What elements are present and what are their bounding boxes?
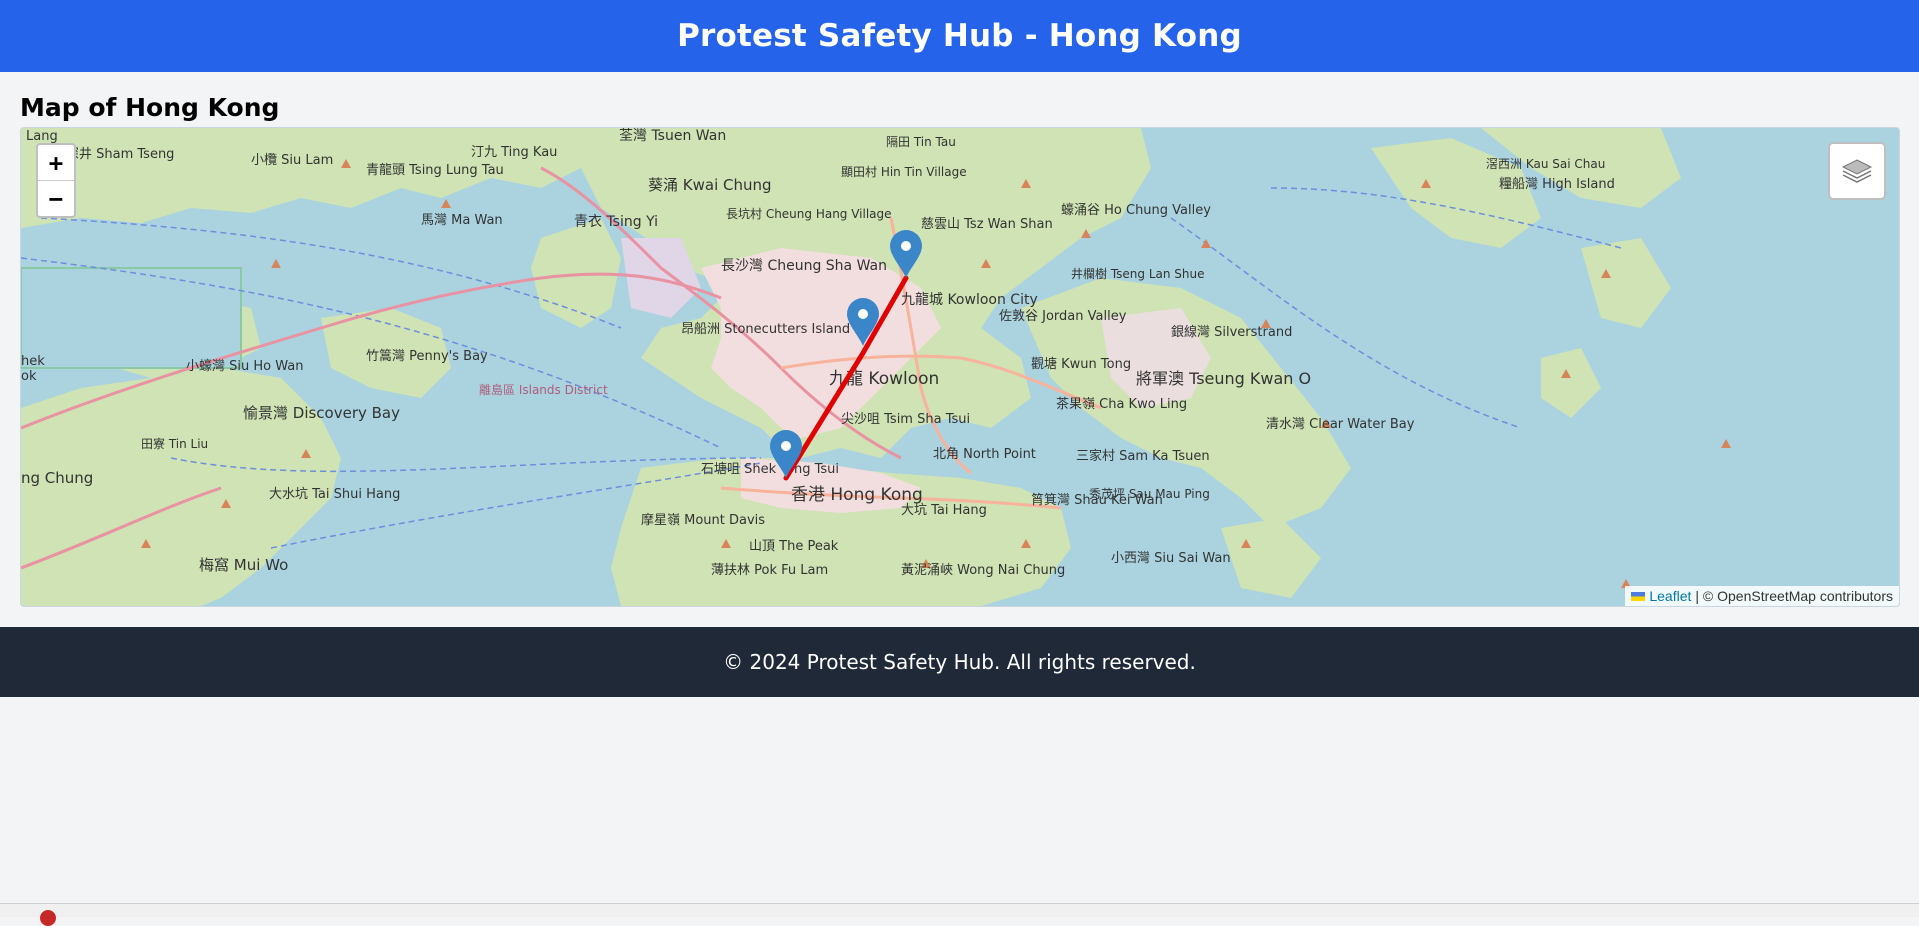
site-header: Protest Safety Hub - Hong Kong bbox=[0, 0, 1919, 72]
label-ting-kau: 汀九 Ting Kau bbox=[471, 145, 557, 160]
label-tsing-yi: 青衣 Tsing Yi bbox=[574, 214, 658, 230]
map-section-title: Map of Hong Kong bbox=[20, 93, 280, 122]
zoom-control: + − bbox=[36, 143, 76, 218]
site-footer: © 2024 Protest Safety Hub. All rights re… bbox=[0, 627, 1919, 697]
label-jordan-valley: 佐敦谷 Jordan Valley bbox=[999, 308, 1127, 324]
label-islands-district: 離島區 Islands District bbox=[479, 382, 608, 397]
ukraine-flag-icon bbox=[1631, 591, 1646, 601]
taskbar bbox=[0, 903, 1919, 926]
label-tai-hang: 大坑 Tai Hang bbox=[901, 503, 987, 518]
label-west-edge-2: hek bbox=[21, 354, 45, 369]
label-kowloon-city: 九龍城 Kowloon City bbox=[901, 291, 1038, 308]
label-shek-tong-tsui: 石塘咀 Shek Tong Tsui bbox=[701, 461, 839, 477]
label-sham-tseng: 深井 Sham Tseng bbox=[66, 147, 174, 162]
label-cheung-sha-wan: 長沙灣 Cheung Sha Wan bbox=[721, 258, 887, 274]
label-kau-sai-chau: 滘西洲 Kau Sai Chau bbox=[1486, 157, 1605, 171]
label-cha-kwo-ling: 茶果嶺 Cha Kwo Ling bbox=[1056, 396, 1187, 412]
label-wong-nai-chung: 黃泥涌峽 Wong Nai Chung bbox=[901, 563, 1065, 578]
label-tsim-sha-tsui: 尖沙咀 Tsim Sha Tsui bbox=[841, 412, 970, 427]
osm-attribution-text: | © OpenStreetMap contributors bbox=[1695, 588, 1893, 604]
zoom-in-button[interactable]: + bbox=[38, 145, 74, 180]
label-hin-tin-village: 顯田村 Hin Tin Village bbox=[841, 165, 967, 179]
label-sam-ka-tsuen: 三家村 Sam Ka Tsuen bbox=[1076, 448, 1210, 464]
app-icon[interactable] bbox=[40, 910, 56, 926]
label-high-island: 糧船灣 High Island bbox=[1499, 177, 1615, 192]
label-pok-fu-lam: 薄扶林 Pok Fu Lam bbox=[711, 563, 828, 578]
label-silverstrand: 銀線灣 Silverstrand bbox=[1171, 324, 1292, 340]
label-the-peak: 山頂 The Peak bbox=[749, 539, 839, 554]
site-title: Protest Safety Hub - Hong Kong bbox=[677, 18, 1242, 54]
label-stonecutters: 昂船洲 Stonecutters Island bbox=[681, 322, 850, 337]
label-kwai-chung: 葵涌 Kwai Chung bbox=[648, 176, 772, 194]
label-siu-ho-wan: 小蠔灣 Siu Ho Wan bbox=[186, 358, 303, 374]
label-north-point: 北角 North Point bbox=[933, 447, 1036, 462]
label-west-edge-3: ok bbox=[21, 369, 37, 384]
map-tiles[interactable]: 荃灣 Tsuen Wan 葵涌 Kwai Chung 青衣 Tsing Yi 汀… bbox=[21, 128, 1899, 606]
label-discovery-bay: 愉景灣 Discovery Bay bbox=[243, 404, 400, 422]
footer-copyright: © 2024 Protest Safety Hub. All rights re… bbox=[723, 650, 1196, 674]
label-siu-sai-wan: 小西灣 Siu Sai Wan bbox=[1111, 551, 1231, 566]
label-hong-kong: 香港 Hong Kong bbox=[791, 485, 923, 505]
label-west-edge-1: Lang bbox=[26, 129, 58, 144]
layers-control-button[interactable] bbox=[1828, 142, 1886, 200]
zoom-out-button[interactable]: − bbox=[38, 180, 74, 216]
label-mui-wo: 梅窩 Mui Wo bbox=[199, 556, 288, 574]
label-tsz-wan-shan: 慈雲山 Tsz Wan Shan bbox=[921, 217, 1053, 232]
label-ma-wan: 馬灣 Ma Wan bbox=[421, 213, 503, 228]
label-siu-lam: 小欖 Siu Lam bbox=[251, 153, 333, 168]
map-attribution: Leaflet | © OpenStreetMap contributors bbox=[1625, 586, 1899, 606]
layers-icon bbox=[1841, 159, 1873, 183]
label-pennys-bay: 竹篙灣 Penny's Bay bbox=[366, 349, 488, 364]
label-mount-davis: 摩星嶺 Mount Davis bbox=[641, 512, 765, 528]
label-ho-chung: 蠔涌谷 Ho Chung Valley bbox=[1061, 202, 1211, 218]
label-tin-tau: 隔田 Tin Tau bbox=[886, 135, 956, 149]
label-cheung-hang-village: 長坑村 Cheung Hang Village bbox=[726, 206, 892, 221]
label-tsing-lung-tau: 青龍頭 Tsing Lung Tau bbox=[366, 162, 504, 178]
label-tin-liu: 田寮 Tin Liu bbox=[141, 436, 208, 451]
label-sau-mau-ping: 秀茂坪 Sau Mau Ping bbox=[1089, 487, 1210, 501]
label-tseung-kwan-o: 將軍澳 Tseung Kwan O bbox=[1136, 369, 1311, 388]
label-west-edge-4: ng Chung bbox=[21, 469, 93, 487]
label-tseng-lan-shue: 井欄樹 Tseng Lan Shue bbox=[1071, 266, 1205, 281]
leaflet-link[interactable]: Leaflet bbox=[1649, 588, 1691, 604]
label-kwun-tong: 觀塘 Kwun Tong bbox=[1031, 356, 1131, 372]
label-clear-water-bay: 清水灣 Clear Water Bay bbox=[1266, 417, 1415, 432]
map-container[interactable]: 荃灣 Tsuen Wan 葵涌 Kwai Chung 青衣 Tsing Yi 汀… bbox=[20, 127, 1900, 607]
label-tai-shui-hang: 大水坑 Tai Shui Hang bbox=[269, 487, 400, 502]
label-tsuen-wan: 荃灣 Tsuen Wan bbox=[619, 128, 726, 144]
